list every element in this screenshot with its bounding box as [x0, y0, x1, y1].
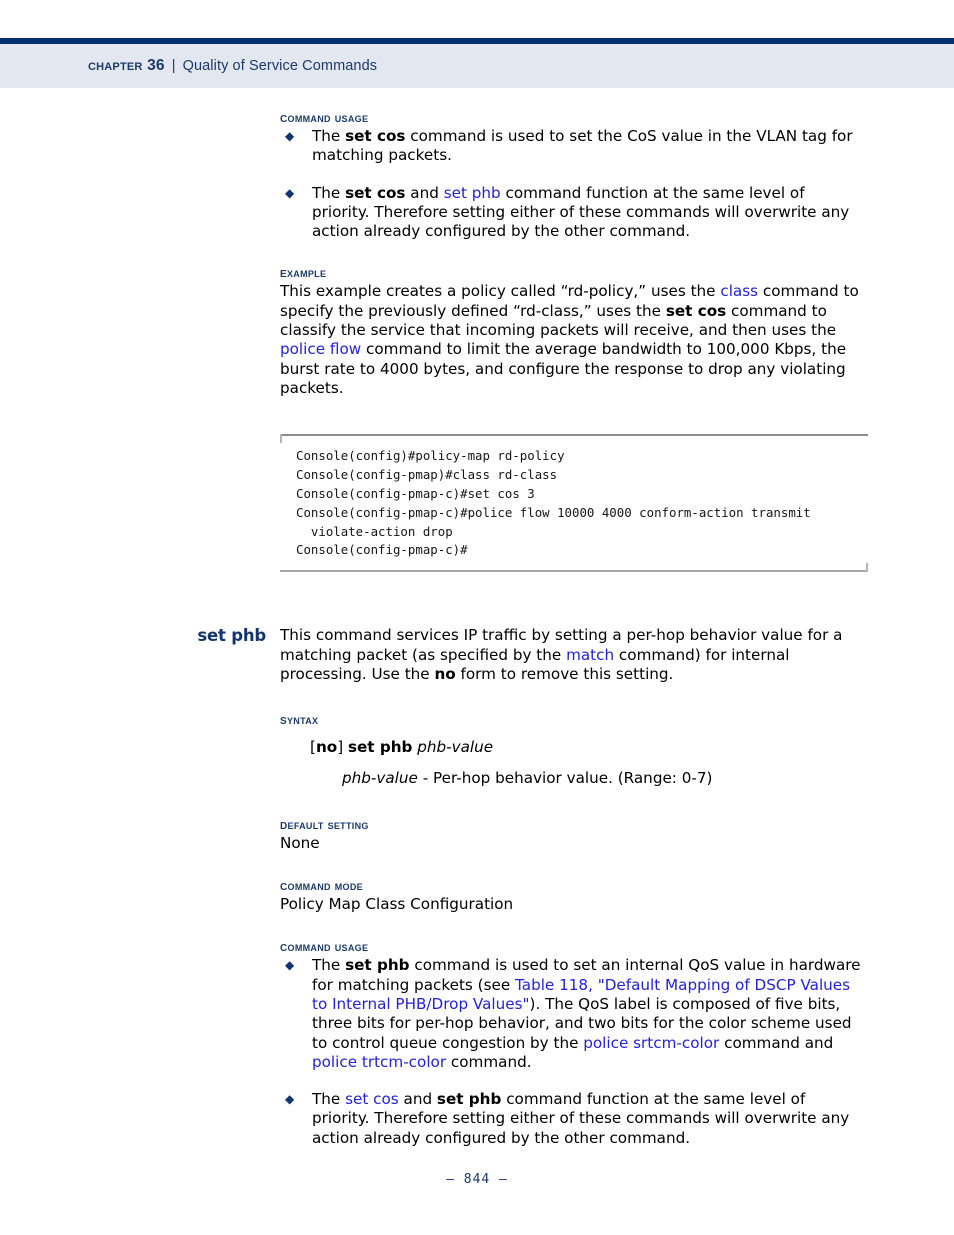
- set-phb-description: This command services IP traffic by sett…: [280, 626, 843, 683]
- breadcrumb: Chapter 36 | Quality of Service Commands: [88, 57, 377, 75]
- section-heading-command-usage: Command Usage: [280, 939, 369, 956]
- syntax-parameter-line: phb-value - Per-hop behavior value. (Ran…: [342, 768, 713, 787]
- list-item: ◆ The set cos and set phb command functi…: [280, 1090, 866, 1148]
- command-mode-value: Policy Map Class Configuration: [280, 895, 514, 914]
- command-title-set-phb: set phb: [197, 626, 266, 646]
- default-setting-value: None: [280, 833, 320, 852]
- section-title: Quality of Service Commands: [182, 58, 378, 74]
- header-band: Chapter 36 | Quality of Service Commands: [0, 44, 954, 88]
- diamond-bullet-icon: ◆: [285, 1092, 295, 1107]
- set-phb-syntax-block: Syntax [no] set phb phb-value phb-value …: [0, 712, 954, 789]
- console-output-text: Console(config)#policy-map rd-policy Con…: [296, 448, 811, 558]
- section-heading-command-mode: Command Mode: [280, 878, 363, 895]
- section-heading-example: Example: [280, 265, 327, 282]
- example-paragraph: This example creates a policy called “rd…: [280, 282, 859, 397]
- bullet-text: The set cos and set phb command function…: [312, 1090, 850, 1147]
- list-item: ◆ The set cos and set phb command functi…: [280, 184, 866, 242]
- diamond-bullet-icon: ◆: [285, 958, 295, 973]
- code-frame-top: [280, 434, 868, 444]
- bullet-text: The set cos command is used to set the C…: [312, 127, 853, 165]
- set-phb-usage-list: ◆ The set phb command is used to set an …: [280, 956, 866, 1148]
- section-heading-default-setting: Default Setting: [280, 816, 369, 833]
- page-footer: – 844 –: [0, 1172, 954, 1187]
- set-cos-usage-list: ◆ The set cos command is used to set the…: [280, 127, 866, 241]
- set-phb-block: set phb This command services IP traffic…: [0, 626, 954, 684]
- page-header: Chapter 36 | Quality of Service Commands: [0, 0, 954, 88]
- diamond-bullet-icon: ◆: [285, 129, 295, 143]
- list-item: ◆ The set phb command is used to set an …: [280, 956, 866, 1072]
- breadcrumb-separator: |: [171, 58, 176, 74]
- code-frame-bottom: [280, 563, 868, 573]
- section-heading-syntax: Syntax: [280, 712, 319, 729]
- page-number: – 844 –: [446, 1172, 508, 1187]
- bullet-text: The set cos and set phb command function…: [312, 183, 850, 241]
- chapter-label: Chapter 36: [88, 57, 165, 74]
- set-cos-command-usage-block: Command Usage ◆ The set cos command is u…: [0, 110, 954, 241]
- list-item: ◆ The set cos command is used to set the…: [280, 127, 866, 166]
- set-cos-example-block: Example This example creates a policy ca…: [0, 265, 954, 398]
- page-content: Command Usage ◆ The set cos command is u…: [0, 110, 954, 1148]
- set-phb-default-setting-block: Default Setting None: [0, 817, 954, 853]
- set-phb-command-mode-block: Command Mode Policy Map Class Configurat…: [0, 878, 954, 914]
- bullet-text: The set phb command is used to set an in…: [312, 956, 861, 1071]
- diamond-bullet-icon: ◆: [285, 185, 295, 200]
- syntax-line: [no] set phb phb-value: [310, 738, 494, 757]
- section-heading-command-usage: Command Usage: [280, 110, 369, 126]
- console-code-block: Console(config)#policy-map rd-policy Con…: [280, 424, 868, 578]
- set-phb-command-usage-block: Command Usage ◆ The set phb command is u…: [0, 939, 954, 1148]
